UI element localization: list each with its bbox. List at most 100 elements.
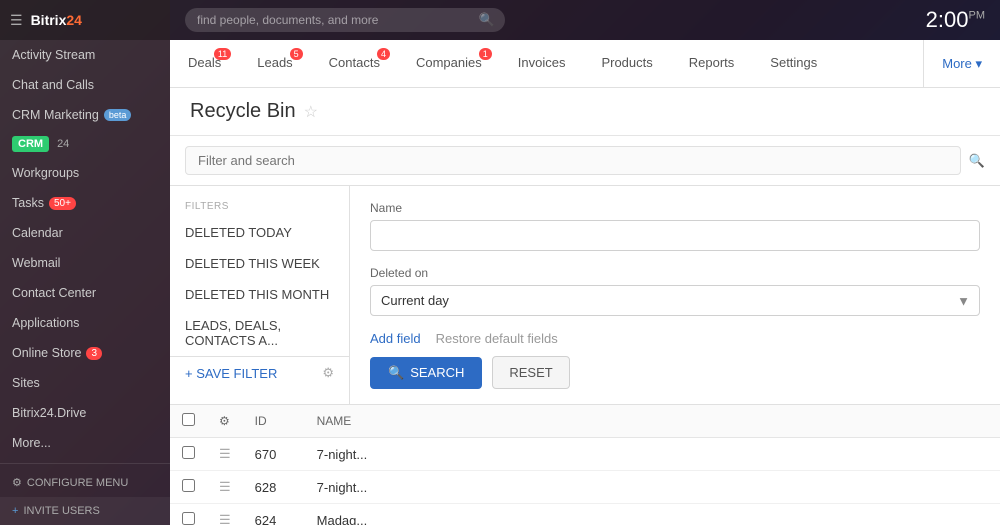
logo-bitrix: Bitrix	[31, 12, 67, 28]
sidebar-item-applications[interactable]: Applications	[0, 308, 170, 338]
sidebar-item-label: Tasks	[12, 196, 44, 210]
time-value: 2:00	[926, 7, 969, 32]
row-name: Madag...	[305, 504, 567, 525]
sidebar-item-tasks[interactable]: Tasks 50+	[0, 188, 170, 218]
sidebar-item-chat-calls[interactable]: Chat and Calls	[0, 70, 170, 100]
sidebar-item-label: Sites	[12, 376, 40, 390]
hamburger-icon[interactable]: ☰	[10, 12, 23, 29]
restore-defaults-button[interactable]: Restore default fields	[436, 331, 558, 346]
sidebar-bottom: ⚙ CONFIGURE MENU + INVITE USERS	[0, 459, 170, 525]
row-menu-cell: ☰	[207, 438, 243, 471]
sidebar-item-sites[interactable]: Sites	[0, 368, 170, 398]
search-icon: 🔍	[479, 12, 495, 28]
row-checkbox[interactable]	[182, 446, 195, 459]
reset-button[interactable]: RESET	[492, 356, 569, 389]
sidebar-item-crm-marketing[interactable]: CRM Marketing beta	[0, 100, 170, 130]
sidebar-item-bitrix24-drive[interactable]: Bitrix24.Drive	[0, 398, 170, 428]
sidebar: ☰ Bitrix 24 Activity Stream Chat and Cal…	[0, 0, 170, 525]
tab-contacts-label: Contacts	[329, 55, 380, 70]
tab-more-label: More ▾	[942, 56, 982, 72]
row-date	[567, 504, 735, 525]
add-field-button[interactable]: Add field	[370, 331, 421, 346]
name-field-label: Name	[370, 201, 980, 215]
tasks-badge: 50+	[49, 197, 76, 210]
deleted-on-select[interactable]: Current day This week This month Custom …	[370, 285, 980, 316]
configure-menu-label: CONFIGURE MENU	[27, 477, 128, 489]
logo-24: 24	[66, 12, 82, 28]
page-title: Recycle Bin	[190, 100, 296, 123]
sidebar-item-contact-center[interactable]: Contact Center	[0, 278, 170, 308]
row-type	[934, 471, 1000, 504]
sidebar-item-activity-stream[interactable]: Activity Stream	[0, 40, 170, 70]
sidebar-item-online-store[interactable]: Online Store 3	[0, 338, 170, 368]
row-type	[934, 438, 1000, 471]
date-column-header	[567, 405, 735, 438]
search-button-icon: 🔍	[388, 365, 404, 381]
tab-products-label: Products	[601, 55, 652, 70]
main-content: Recycle Bin ☆ 🔍 FILTERS DELETED TODAY DE…	[170, 88, 1000, 525]
select-all-checkbox[interactable]	[182, 413, 195, 426]
filter-fields-panel: Name Deleted on Current day This week Th…	[350, 186, 1000, 404]
deleted-on-field-label: Deleted on	[370, 266, 980, 280]
tab-invoices[interactable]: Invoices	[500, 40, 584, 87]
filter-option-deleted-today[interactable]: DELETED TODAY	[170, 217, 349, 248]
tab-leads[interactable]: Leads 5	[239, 40, 310, 87]
search-input[interactable]	[185, 8, 505, 32]
sidebar-item-calendar[interactable]: Calendar	[0, 218, 170, 248]
row-assigned	[735, 504, 934, 525]
row-id: 624	[243, 504, 305, 525]
sidebar-item-label: Workgroups	[12, 166, 79, 180]
row-menu-icon[interactable]: ☰	[219, 479, 231, 494]
table-row: ☰ 628 7-night...	[170, 471, 1000, 504]
sidebar-item-more[interactable]: More...	[0, 428, 170, 458]
time-pm: PM	[969, 10, 986, 22]
tab-settings[interactable]: Settings	[752, 40, 835, 87]
search-button[interactable]: 🔍 SEARCH	[370, 357, 482, 389]
tab-leads-label: Leads	[257, 55, 292, 70]
sidebar-item-label: Bitrix24.Drive	[12, 406, 86, 420]
row-assigned	[735, 471, 934, 504]
topbar-right: 2:00PM	[926, 7, 985, 33]
companies-badge: 1	[479, 48, 492, 60]
tab-more[interactable]: More ▾	[923, 40, 1000, 87]
tab-deals[interactable]: Deals 11	[170, 40, 239, 87]
row-menu-icon[interactable]: ☰	[219, 446, 231, 461]
star-icon[interactable]: ☆	[304, 102, 318, 122]
table-header-row: ⚙ ID NAME	[170, 405, 1000, 438]
row-checkbox[interactable]	[182, 512, 195, 525]
tab-products[interactable]: Products	[583, 40, 670, 87]
tab-contacts[interactable]: Contacts 4	[311, 40, 398, 87]
filter-gear-icon[interactable]: ⚙	[322, 365, 334, 381]
sidebar-logo[interactable]: ☰ Bitrix 24	[0, 0, 170, 40]
sidebar-item-workgroups[interactable]: Workgroups	[0, 158, 170, 188]
tab-reports[interactable]: Reports	[671, 40, 753, 87]
filter-search-input[interactable]	[185, 146, 961, 175]
sidebar-item-label: Contact Center	[12, 286, 96, 300]
row-date	[567, 438, 735, 471]
deals-badge: 11	[214, 48, 231, 60]
sidebar-divider	[0, 463, 170, 464]
row-menu-icon[interactable]: ☰	[219, 512, 231, 525]
page-header: Recycle Bin ☆	[170, 88, 1000, 136]
filter-section-title: FILTERS	[170, 196, 349, 217]
sidebar-item-webmail[interactable]: Webmail	[0, 248, 170, 278]
row-checkbox-cell	[170, 438, 207, 471]
filter-save-button[interactable]: + SAVE FILTER	[185, 366, 277, 381]
contacts-badge: 4	[377, 48, 390, 60]
online-store-badge: 3	[86, 347, 102, 360]
topbar: 🔍 2:00PM	[170, 0, 1000, 40]
sidebar-item-crm[interactable]: CRM 24	[0, 130, 170, 158]
name-filter-input[interactable]	[370, 220, 980, 251]
filter-actions-row: 🔍 SEARCH RESET	[370, 356, 980, 389]
configure-menu-button[interactable]: ⚙ CONFIGURE MENU	[0, 468, 170, 497]
filter-option-deleted-month[interactable]: DELETED THIS MONTH	[170, 279, 349, 310]
invite-users-button[interactable]: + INVITE USERS	[0, 497, 170, 525]
tab-companies[interactable]: Companies 1	[398, 40, 500, 87]
filter-option-leads-deals[interactable]: LEADS, DEALS, CONTACTS A...	[170, 310, 349, 356]
row-checkbox[interactable]	[182, 479, 195, 492]
filter-option-deleted-week[interactable]: DELETED THIS WEEK	[170, 248, 349, 279]
sidebar-item-label: CRM Marketing	[12, 108, 99, 122]
table-row: ☰ 624 Madag...	[170, 504, 1000, 525]
time-display: 2:00PM	[926, 7, 985, 33]
assigned-column-header	[735, 405, 934, 438]
